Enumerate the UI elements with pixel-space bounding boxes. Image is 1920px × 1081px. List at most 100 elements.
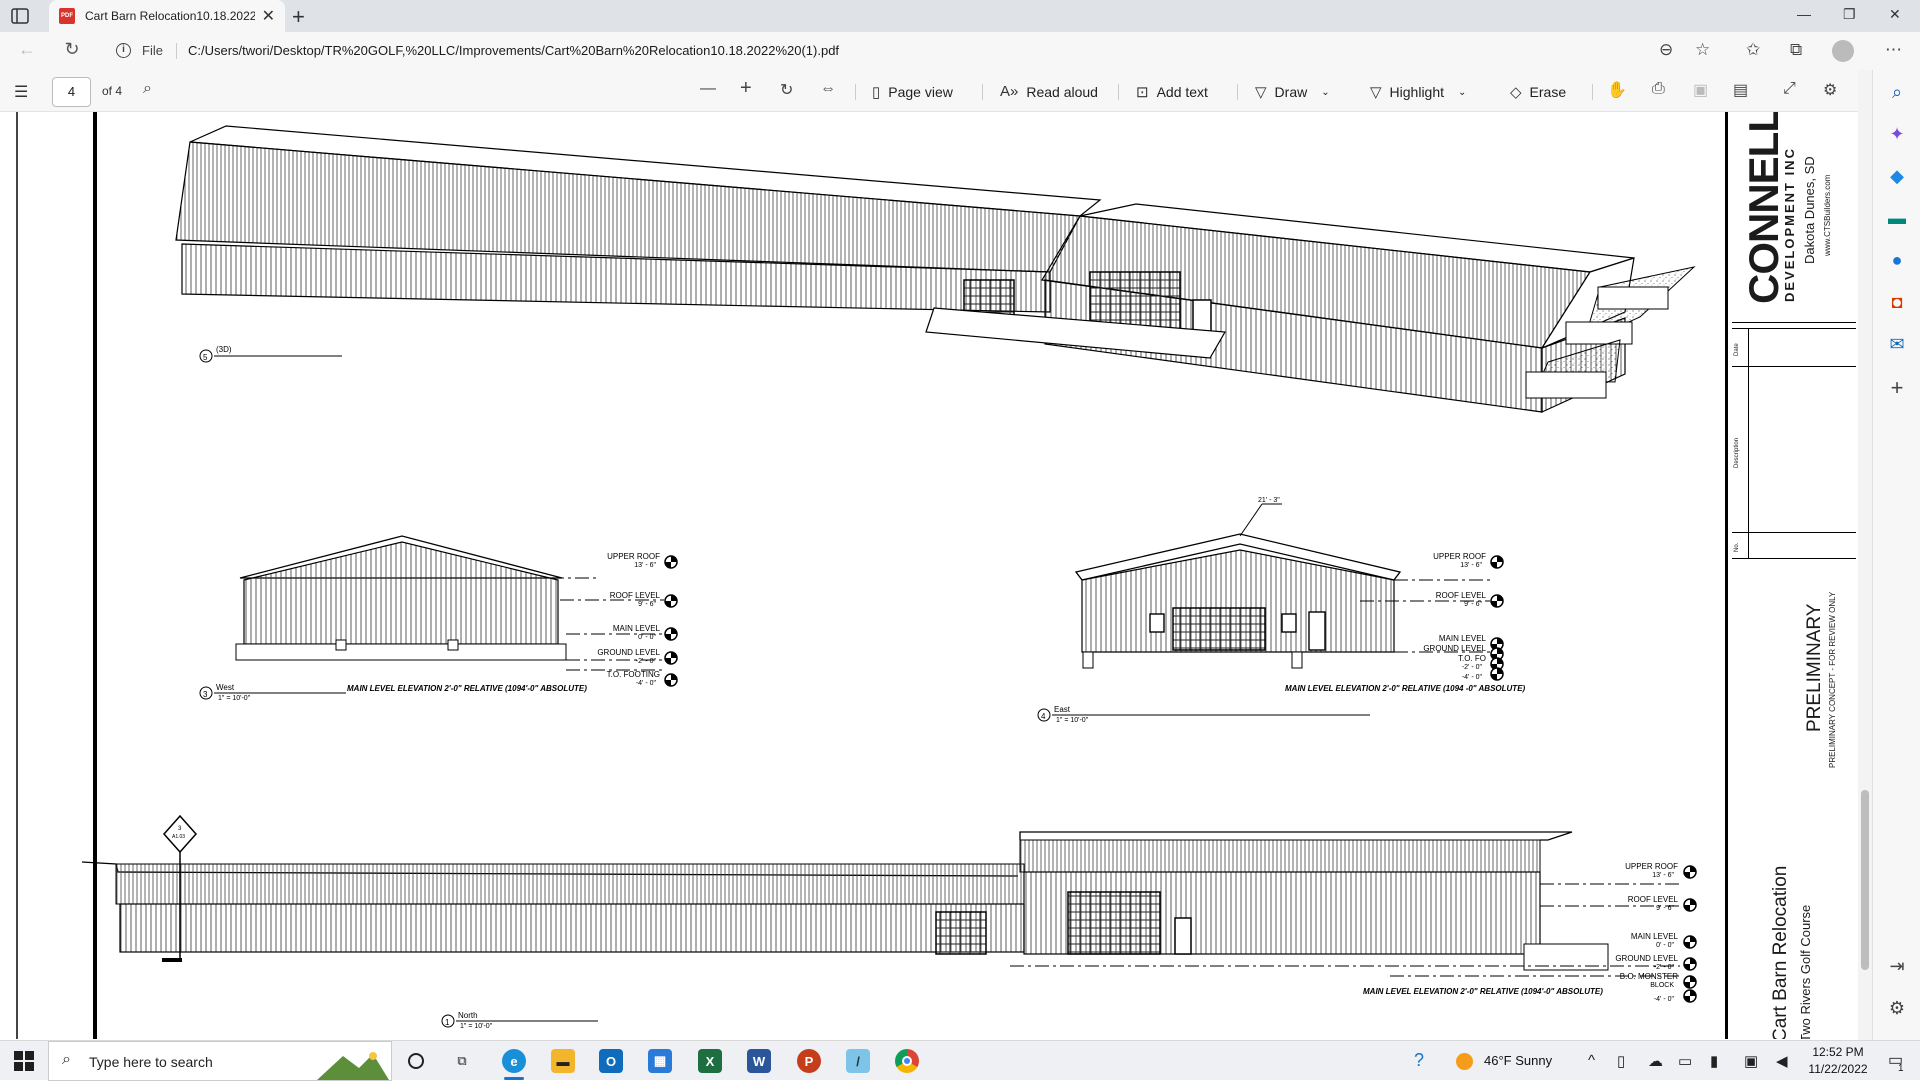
chrome-icon[interactable] <box>889 1045 925 1077</box>
sidebar-settings-icon[interactable]: ⚙ <box>1885 996 1909 1020</box>
collections-icon[interactable]: ⧉ <box>1790 40 1802 60</box>
tab-actions-icon[interactable] <box>10 6 32 26</box>
print-icon[interactable]: ⎙ <box>1652 80 1665 98</box>
copilot-icon[interactable]: ✦ <box>1885 122 1909 146</box>
battery-icon[interactable]: ▮ <box>1710 1052 1718 1070</box>
taskbar-search[interactable]: ⌕ Type here to search <box>48 1041 392 1081</box>
search-icon[interactable]: ⌕ <box>1885 80 1909 104</box>
display-icon[interactable]: ▭ <box>1678 1052 1692 1070</box>
east-dimension: 21' - 3" <box>1258 497 1280 504</box>
notification-count: 1 <box>1898 1063 1904 1074</box>
outlook-icon[interactable]: O <box>593 1045 629 1077</box>
elevation-drawing: 5 (3D) UPPER ROOF13' - 6"ROOF LEVEL9' - … <box>81 125 1697 1030</box>
svg-text:1" = 10'-0": 1" = 10'-0" <box>1056 717 1089 724</box>
save-icon[interactable]: ▣ <box>1693 80 1708 100</box>
new-tab-icon[interactable]: + <box>292 4 305 30</box>
help-icon[interactable]: ? <box>1414 1050 1424 1071</box>
powerpoint-icon[interactable]: P <box>791 1045 827 1077</box>
file-explorer-icon[interactable]: ▬ <box>545 1045 581 1077</box>
close-window-icon[interactable]: ✕ <box>1889 6 1901 23</box>
chevron-up-icon[interactable]: ^ <box>1588 1052 1595 1069</box>
search-icon[interactable]: ⌕ <box>143 80 152 98</box>
read-aloud-button[interactable]: A» Read aloud <box>1000 83 1098 100</box>
level-name: GROUND LEVEL <box>597 648 660 657</box>
excel-icon[interactable]: X <box>692 1045 728 1077</box>
fit-width-icon[interactable]: ⇔ <box>820 80 836 98</box>
network-icon[interactable]: ▣ <box>1744 1052 1758 1070</box>
preliminary-note: PRELIMINARY CONCEPT - FOR REVIEW ONLY <box>1828 591 1837 768</box>
fullscreen-icon[interactable]: ⤢ <box>1783 80 1796 98</box>
tablet-icon[interactable]: ▯ <box>1617 1052 1625 1070</box>
level-name: UPPER ROOF <box>1625 862 1678 871</box>
chevron-down-icon[interactable]: ⌄ <box>1321 87 1329 98</box>
games-icon[interactable]: ● <box>1885 248 1909 272</box>
favorite-add-icon[interactable]: ☆ <box>1695 40 1710 60</box>
level-value: 9' - 6" <box>1464 601 1482 608</box>
tools-icon[interactable]: ▬ <box>1885 206 1909 230</box>
level-value: 13' - 6" <box>634 562 656 569</box>
company-location: Dakota Dunes, SD <box>1802 156 1817 264</box>
volume-icon[interactable]: ◀ <box>1776 1052 1788 1070</box>
windows-start-icon[interactable] <box>14 1051 34 1071</box>
zoom-out-icon[interactable]: — <box>700 80 716 98</box>
more-menu-icon[interactable]: ⋯ <box>1885 40 1902 60</box>
level-value: -2' - 0" <box>636 658 657 665</box>
notepad-icon[interactable]: / <box>840 1045 876 1077</box>
edge-sidebar: ⌕ ✦ ◆ ▬ ● ◘ ✉ + ⇥ ⚙ <box>1872 70 1920 1040</box>
chevron-down-icon[interactable]: ⌄ <box>1458 87 1466 98</box>
company-name: CONNELLY <box>1740 112 1787 304</box>
minimize-icon[interactable]: — <box>1797 6 1811 22</box>
pdf-document[interactable]: 5 (3D) UPPER ROOF 13' - 6" ROOF LEVEL 9' - … <box>0 112 1858 1039</box>
svg-text:1: 1 <box>445 1018 450 1027</box>
favorites-icon[interactable]: ✩ <box>1746 40 1760 60</box>
add-text-button[interactable]: ⊡ Add text <box>1136 83 1208 101</box>
word-icon[interactable]: W <box>741 1045 777 1077</box>
zoom-out-icon[interactable]: ⊖ <box>1659 40 1673 60</box>
scroll-thumb[interactable] <box>1861 790 1869 970</box>
no-label: No. <box>1734 542 1740 552</box>
3d-view: 5 (3D) <box>175 125 1696 413</box>
weather-sun-icon[interactable] <box>1456 1053 1473 1070</box>
back-icon[interactable]: ← <box>14 39 40 63</box>
onedrive-icon[interactable]: ☁ <box>1648 1052 1663 1070</box>
office-icon[interactable]: ◘ <box>1885 290 1909 314</box>
level-value: BLOCK <box>1650 982 1674 989</box>
draw-button[interactable]: ▽ Draw ⌄ <box>1255 83 1330 101</box>
task-view-icon[interactable]: ⧉ <box>444 1045 480 1077</box>
settings-icon[interactable]: ⚙ <box>1823 80 1837 100</box>
weather-text[interactable]: 46°F Sunny <box>1484 1053 1552 1068</box>
table-of-contents-icon[interactable]: ☰ <box>14 82 28 102</box>
info-icon[interactable]: i <box>116 43 131 58</box>
rotate-icon[interactable]: ↻ <box>780 80 793 100</box>
close-tab-icon[interactable]: ✕ <box>262 6 275 26</box>
save-as-icon[interactable]: ▤ <box>1733 80 1748 100</box>
add-sidebar-app-icon[interactable]: + <box>1885 376 1909 400</box>
clock-date[interactable]: 11/22/2022 <box>1806 1062 1870 1076</box>
cortana-icon[interactable] <box>398 1045 434 1077</box>
zoom-in-icon[interactable]: + <box>740 77 752 100</box>
url-field[interactable]: C:/Users/twori/Desktop/TR%20GOLF,%20LLC/… <box>188 43 839 58</box>
outlook-icon[interactable]: ✉ <box>1885 332 1909 356</box>
highlight-button[interactable]: ▽ Highlight ⌄ <box>1370 83 1466 101</box>
erase-button[interactable]: ◇ Erase <box>1510 83 1566 101</box>
hide-sidebar-icon[interactable]: ⇥ <box>1885 954 1909 978</box>
page-view-button[interactable]: ▯ Page view <box>872 83 953 101</box>
highlight-icon: ▽ <box>1370 84 1382 101</box>
touch-icon[interactable]: ✋ <box>1607 80 1627 100</box>
project-title: Cart Barn Relocation <box>1770 865 1791 1039</box>
scrollbar[interactable] <box>1858 70 1872 1040</box>
clock-time[interactable]: 12:52 PM <box>1808 1045 1868 1059</box>
refresh-icon[interactable]: ↻ <box>59 39 85 63</box>
edge-icon[interactable]: e <box>496 1045 532 1080</box>
company-website: www.CTSBuilders.com <box>1823 174 1832 256</box>
client-name: Two Rivers Golf Course <box>1798 904 1813 1039</box>
company-sub: DEVELOPMENT INC <box>1782 147 1797 302</box>
level-value: 9' - 6" <box>638 601 656 608</box>
level-name: MAIN LEVEL <box>613 624 661 633</box>
page-number-input[interactable]: 4 <box>52 77 91 107</box>
store-icon[interactable]: ▦ <box>642 1045 678 1077</box>
restore-icon[interactable]: ❐ <box>1843 6 1856 23</box>
shopping-icon[interactable]: ◆ <box>1885 164 1909 188</box>
profile-avatar[interactable] <box>1832 40 1854 62</box>
browser-tab[interactable]: PDF Cart Barn Relocation10.18.2022 ✕ <box>49 0 285 32</box>
